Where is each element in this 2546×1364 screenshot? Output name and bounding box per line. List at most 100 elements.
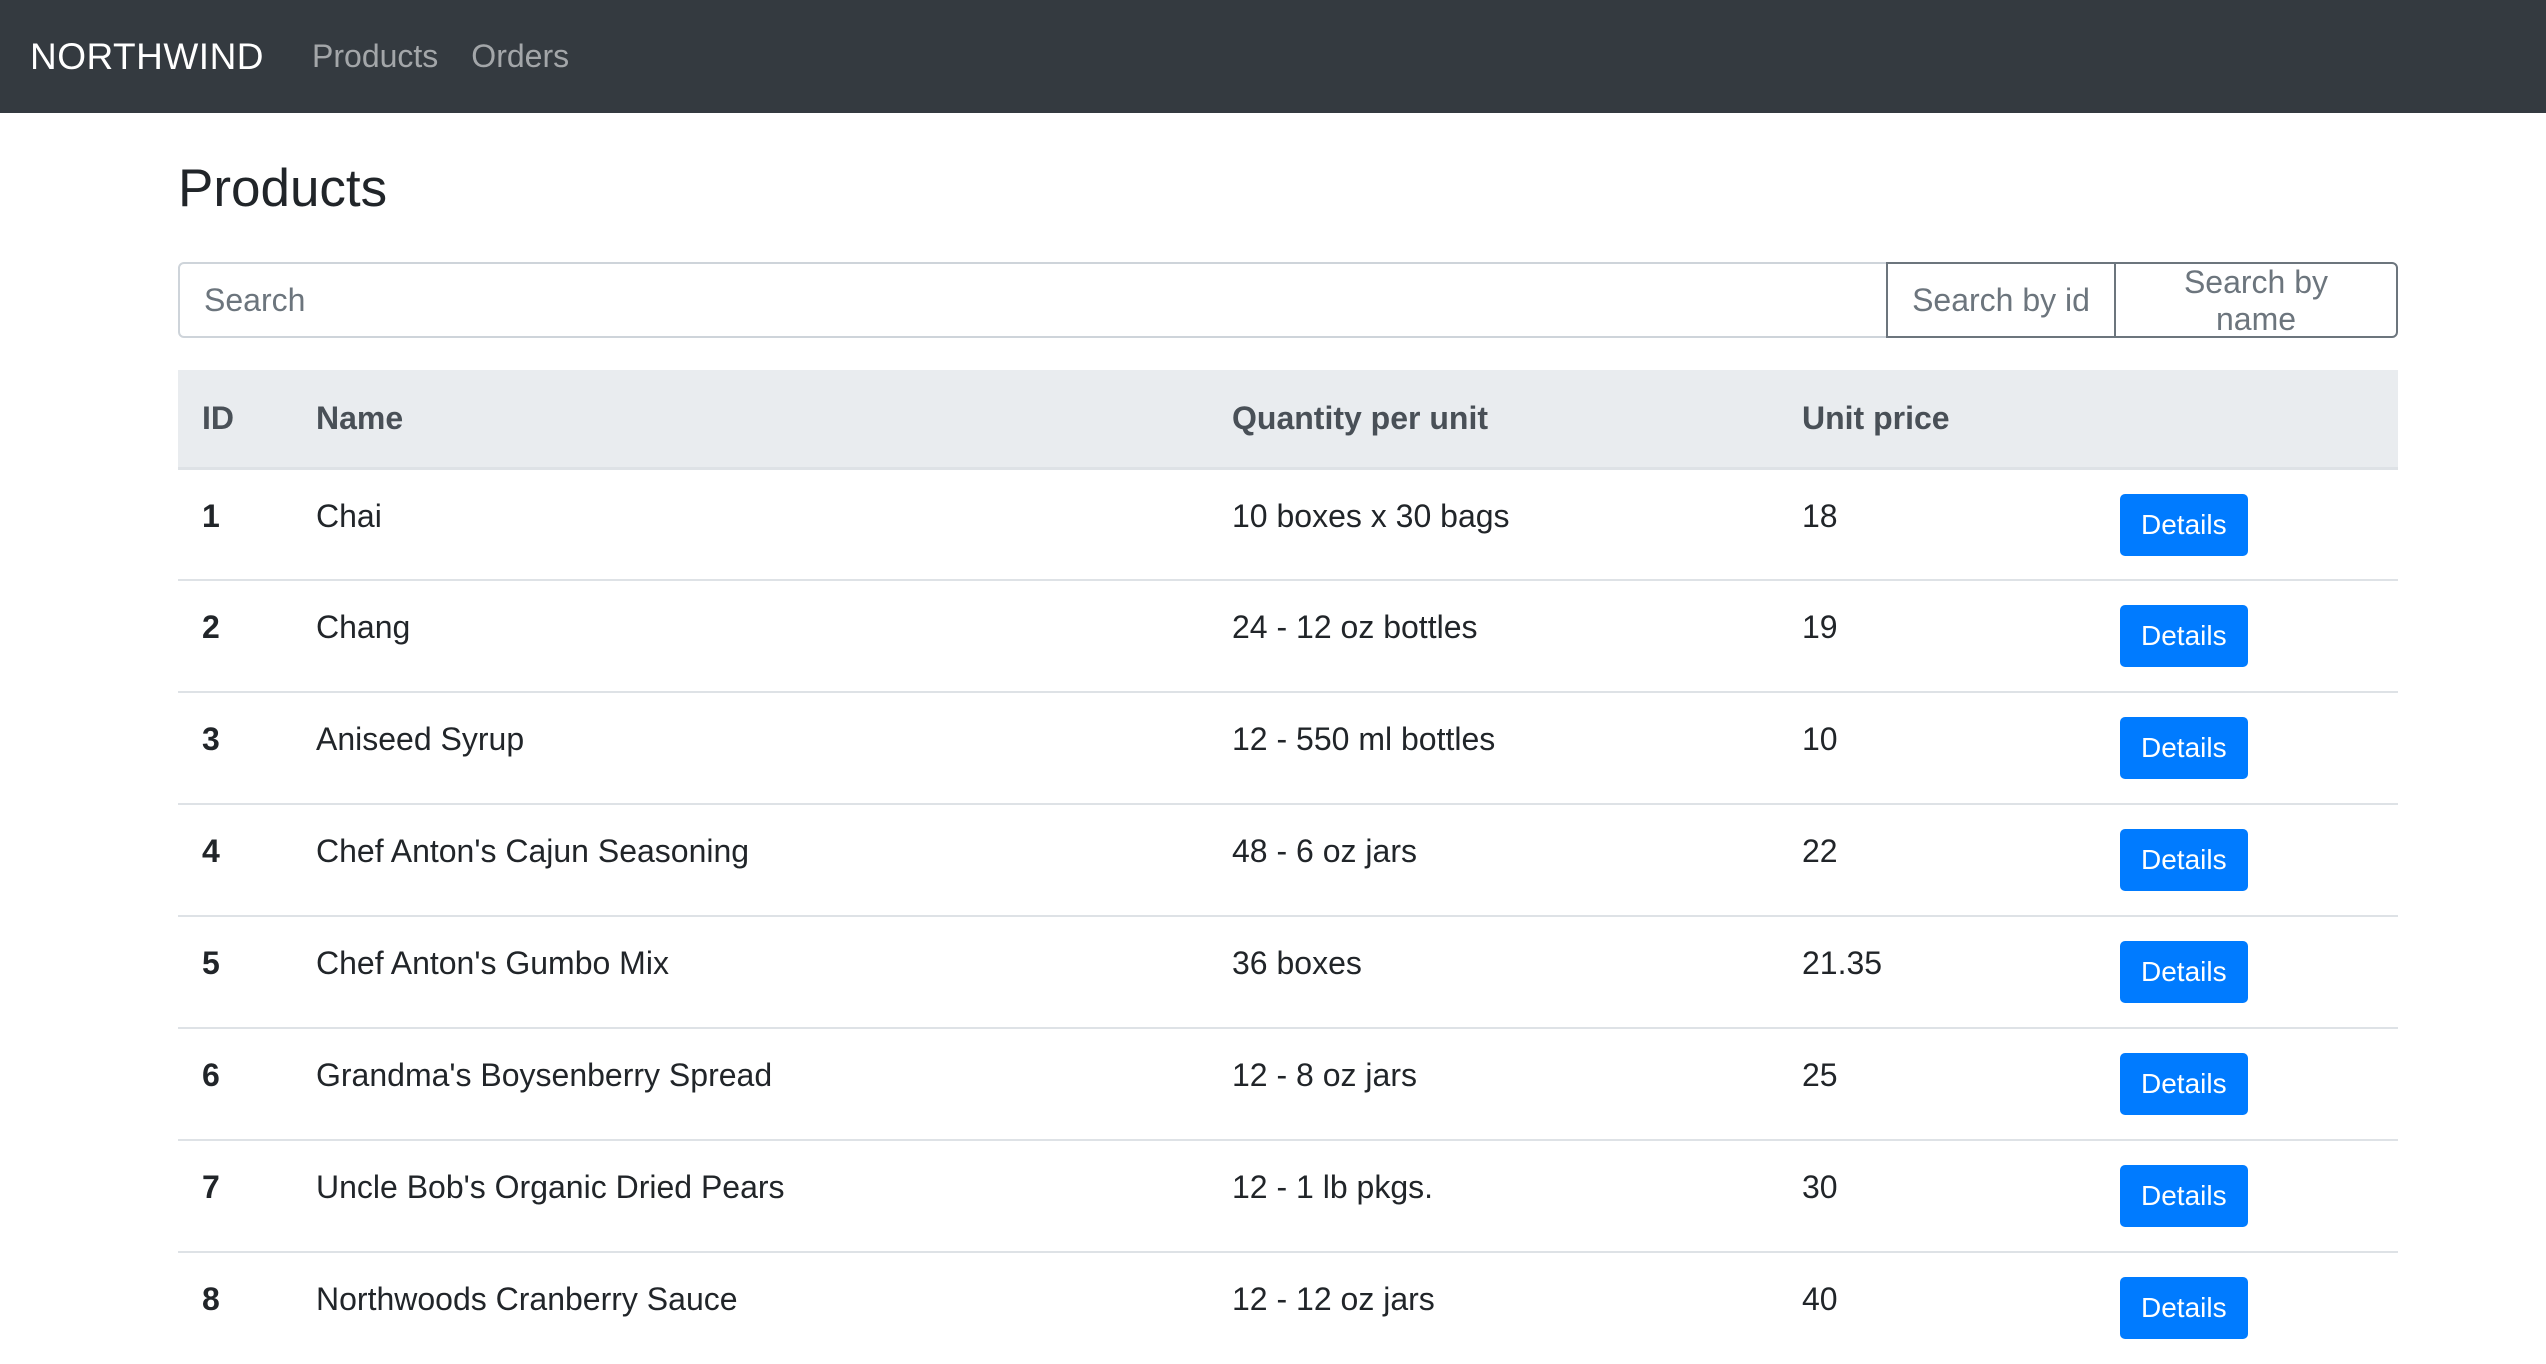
products-table: ID Name Quantity per unit Unit price 1 Ch… — [178, 370, 2398, 1364]
search-by-id-button[interactable]: Search by id — [1886, 262, 2116, 338]
product-unit-price: 25 — [1802, 1057, 1838, 1093]
cell-quantity: 36 boxes — [1208, 915, 1778, 1028]
cell-actions: Details — [2096, 1139, 2398, 1252]
product-quantity-per-unit: 48 - 6 oz jars — [1232, 833, 1417, 869]
cell-quantity: 12 - 12 oz jars — [1208, 1251, 1778, 1364]
cell-name: Chef Anton's Gumbo Mix — [292, 915, 1208, 1028]
nav-link-orders[interactable]: Orders — [471, 38, 569, 75]
cell-unit-price: 30 — [1778, 1139, 2096, 1252]
product-unit-price: 40 — [1802, 1281, 1838, 1317]
cell-unit-price: 18 — [1778, 467, 2096, 580]
search-input[interactable] — [178, 262, 1888, 338]
cell-id: 3 — [178, 691, 292, 804]
cell-name: Chang — [292, 579, 1208, 692]
cell-unit-price: 10 — [1778, 691, 2096, 804]
product-name: Northwoods Cranberry Sauce — [316, 1281, 738, 1317]
details-button[interactable]: Details — [2120, 829, 2248, 891]
product-quantity-per-unit: 12 - 550 ml bottles — [1232, 721, 1496, 757]
top-navbar: NORTHWIND Products Orders — [0, 0, 2546, 113]
cell-quantity: 10 boxes x 30 bags — [1208, 467, 1778, 580]
nav-link-products[interactable]: Products — [312, 38, 438, 75]
product-name: Chai — [316, 497, 382, 534]
cell-actions: Details — [2096, 803, 2398, 916]
cell-quantity: 12 - 8 oz jars — [1208, 1027, 1778, 1140]
cell-actions: Details — [2096, 579, 2398, 692]
product-unit-price: 30 — [1802, 1169, 1838, 1205]
cell-unit-price: 40 — [1778, 1251, 2096, 1364]
product-id: 2 — [202, 609, 220, 645]
product-name: Grandma's Boysenberry Spread — [316, 1057, 773, 1093]
cell-actions: Details — [2096, 691, 2398, 804]
product-quantity-per-unit: 12 - 12 oz jars — [1232, 1281, 1435, 1317]
cell-quantity: 12 - 550 ml bottles — [1208, 691, 1778, 804]
product-id: 1 — [202, 497, 220, 534]
cell-name: Northwoods Cranberry Sauce — [292, 1251, 1208, 1364]
table-row: 6 Grandma's Boysenberry Spread 12 - 8 oz j… — [178, 1027, 2398, 1140]
product-unit-price: 19 — [1802, 609, 1838, 645]
product-quantity-per-unit: 36 boxes — [1232, 945, 1362, 981]
table-row: 4 Chef Anton's Cajun Seasoning 48 - 6 oz j… — [178, 803, 2398, 916]
column-header-unit-price: Unit price — [1778, 370, 2096, 470]
cell-id: 2 — [178, 579, 292, 692]
cell-id: 7 — [178, 1139, 292, 1252]
cell-name: Chef Anton's Cajun Seasoning — [292, 803, 1208, 916]
navbar-brand[interactable]: NORTHWIND — [30, 36, 264, 78]
cell-unit-price: 22 — [1778, 803, 2096, 916]
cell-quantity: 24 - 12 oz bottles — [1208, 579, 1778, 692]
product-quantity-per-unit: 10 boxes x 30 bags — [1232, 497, 1510, 534]
details-button[interactable]: Details — [2120, 941, 2248, 1003]
product-id: 7 — [202, 1169, 220, 1205]
product-unit-price: 21.35 — [1802, 945, 1883, 981]
cell-unit-price: 19 — [1778, 579, 2096, 692]
cell-id: 5 — [178, 915, 292, 1028]
cell-actions: Details — [2096, 915, 2398, 1028]
product-quantity-per-unit: 12 - 1 lb pkgs. — [1232, 1169, 1433, 1205]
column-header-id: ID — [178, 370, 292, 470]
cell-actions: Details — [2096, 1027, 2398, 1140]
cell-name: Aniseed Syrup — [292, 691, 1208, 804]
product-unit-price: 10 — [1802, 721, 1838, 757]
table-row: 1 Chai 10 boxes x 30 bags 18 Details — [178, 467, 2398, 580]
product-id: 3 — [202, 721, 220, 757]
table-header-row: ID Name Quantity per unit Unit price — [178, 370, 2398, 470]
table-row: 7 Uncle Bob's Organic Dried Pears 12 - 1 l… — [178, 1139, 2398, 1252]
search-by-name-button[interactable]: Search by name — [2114, 262, 2398, 338]
product-quantity-per-unit: 12 - 8 oz jars — [1232, 1057, 1417, 1093]
product-id: 4 — [202, 833, 220, 869]
details-button[interactable]: Details — [2120, 605, 2248, 667]
table-row: 8 Northwoods Cranberry Sauce 12 - 12 oz ja… — [178, 1251, 2398, 1364]
cell-id: 1 — [178, 467, 292, 580]
product-name: Chang — [316, 609, 411, 645]
column-header-name: Name — [292, 370, 1208, 470]
table-row: 3 Aniseed Syrup 12 - 550 ml bottles 10 Detai… — [178, 691, 2398, 804]
cell-quantity: 12 - 1 lb pkgs. — [1208, 1139, 1778, 1252]
cell-name: Uncle Bob's Organic Dried Pears — [292, 1139, 1208, 1252]
product-name: Aniseed Syrup — [316, 721, 525, 757]
search-group: Search by id Search by name — [178, 262, 2398, 338]
cell-actions: Details — [2096, 467, 2398, 580]
details-button[interactable]: Details — [2120, 493, 2248, 556]
cell-actions: Details — [2096, 1251, 2398, 1364]
cell-name: Chai — [292, 467, 1208, 580]
table-body: 1 Chai 10 boxes x 30 bags 18 Details 2 Chang 24… — [178, 467, 2398, 1364]
table-header: ID Name Quantity per unit Unit price — [178, 370, 2398, 470]
cell-unit-price: 25 — [1778, 1027, 2096, 1140]
details-button[interactable]: Details — [2120, 1053, 2248, 1115]
details-button[interactable]: Details — [2120, 1165, 2248, 1227]
product-name: Uncle Bob's Organic Dried Pears — [316, 1169, 785, 1205]
product-id: 5 — [202, 945, 220, 981]
product-id: 8 — [202, 1281, 220, 1317]
product-name: Chef Anton's Cajun Seasoning — [316, 833, 750, 869]
product-quantity-per-unit: 24 - 12 oz bottles — [1232, 609, 1478, 645]
cell-quantity: 48 - 6 oz jars — [1208, 803, 1778, 916]
column-header-actions — [2096, 370, 2398, 470]
details-button[interactable]: Details — [2120, 717, 2248, 779]
page-title: Products — [178, 159, 388, 218]
cell-id: 4 — [178, 803, 292, 916]
cell-id: 6 — [178, 1027, 292, 1140]
product-id: 6 — [202, 1057, 220, 1093]
cell-id: 8 — [178, 1251, 292, 1364]
product-name: Chef Anton's Gumbo Mix — [316, 945, 669, 981]
product-unit-price: 22 — [1802, 833, 1838, 869]
table-row: 5 Chef Anton's Gumbo Mix 36 boxes 21.35 Deta… — [178, 915, 2398, 1028]
